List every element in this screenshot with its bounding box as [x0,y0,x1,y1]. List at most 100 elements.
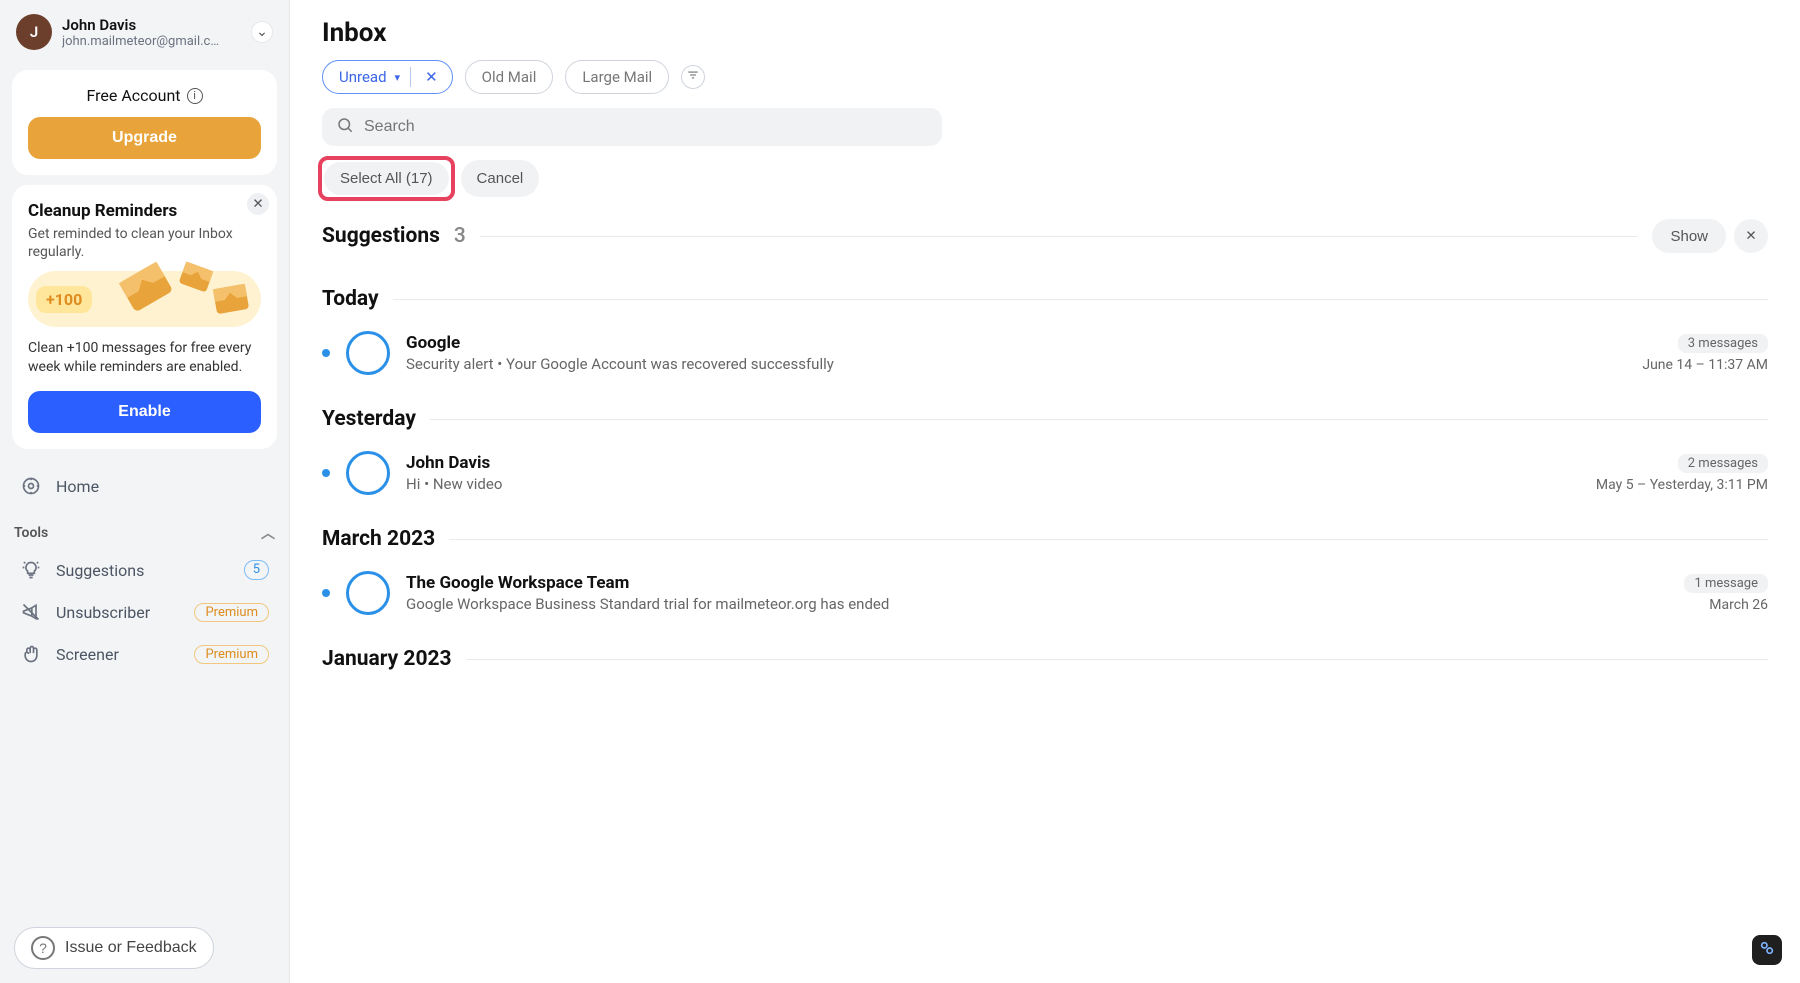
tools-header[interactable]: Tools ︿ [12,507,277,549]
email-date: May 5 – Yesterday, 3:11 PM [1596,477,1768,493]
sidebar-item-home[interactable]: Home [12,465,277,507]
email-preview: Hi • New video [406,475,1580,493]
close-icon: ✕ [1745,228,1756,244]
cancel-button[interactable]: Cancel [461,160,540,197]
section-title: Suggestions [322,224,440,248]
section-count: 3 [454,224,466,248]
bonus-badge: +100 [36,286,92,313]
plan-label-row: Free Account i [28,86,261,105]
cleanup-title: Cleanup Reminders [28,201,261,221]
bonus-illustration: +100 [28,271,261,327]
section-today: Today [322,287,1768,311]
select-checkbox[interactable] [346,571,390,615]
cleanup-card: ✕ Cleanup Reminders Get reminded to clea… [12,185,277,449]
show-button[interactable]: Show [1652,219,1726,253]
chip-label: Unread [339,68,387,86]
separator [480,236,1639,237]
message-count: 1 message [1684,574,1768,593]
sidebar-item-label: Unsubscriber [56,603,150,622]
separator [393,299,1768,300]
unread-dot-icon [322,349,330,357]
unread-dot-icon [322,589,330,597]
filter-settings-button[interactable] [681,65,705,89]
account-chevron[interactable]: ⌄ [251,21,273,43]
email-row[interactable]: John Davis Hi • New video 2 messages May… [322,437,1768,509]
section-title: Yesterday [322,407,416,431]
email-row[interactable]: The Google Workspace Team Google Workspa… [322,557,1768,629]
chevron-up-icon: ︿ [261,523,275,543]
sidebar: J John Davis john.mailmeteor@gmail.c… ⌄ … [0,0,290,983]
home-icon [20,475,42,497]
filter-icon [686,68,700,86]
email-sender: Google [406,333,1626,353]
section-january: January 2023 [322,647,1768,671]
feedback-label: Issue or Feedback [65,939,197,957]
sidebar-item-screener[interactable]: Screener Premium [12,633,277,675]
lightbulb-icon [20,559,42,581]
plan-card: Free Account i Upgrade [12,70,277,175]
close-icon: ✕ [252,196,263,212]
sidebar-item-label: Screener [56,645,119,664]
section-title: March 2023 [322,527,435,551]
search-input[interactable] [364,118,928,136]
envelope-icon [119,262,173,313]
filter-chip-unread[interactable]: Unread ▾ ✕ [322,60,453,94]
megaphone-off-icon [20,601,42,623]
close-icon[interactable]: ✕ [421,66,442,88]
floating-widget[interactable] [1752,935,1782,965]
help-icon: ? [31,936,55,960]
cleanup-close-button[interactable]: ✕ [247,193,269,215]
email-sender: John Davis [406,453,1580,473]
premium-badge: Premium [194,645,269,664]
hand-icon [20,643,42,665]
chip-label: Old Mail [482,68,537,86]
separator [466,659,1768,660]
sidebar-item-label: Suggestions [56,561,144,580]
chip-label: Large Mail [582,68,652,86]
separator [430,419,1768,420]
upgrade-button[interactable]: Upgrade [28,117,261,159]
email-sender: The Google Workspace Team [406,573,1668,593]
cleanup-body: Clean +100 messages for free every week … [28,339,261,377]
email-preview: Google Workspace Business Standard trial… [406,595,1668,613]
section-yesterday: Yesterday [322,407,1768,431]
filter-row: Unread ▾ ✕ Old Mail Large Mail [322,60,1768,94]
account-email: john.mailmeteor@gmail.c… [62,34,232,49]
select-checkbox[interactable] [346,331,390,375]
filter-chip-old-mail[interactable]: Old Mail [465,60,554,94]
suggestions-count: 5 [244,560,269,580]
feedback-button[interactable]: ? Issue or Feedback [14,927,214,969]
sidebar-item-label: Home [56,477,99,496]
select-all-button[interactable]: Select All (17) [324,162,449,195]
highlight-marker: Select All (17) [322,160,451,197]
filter-chip-large-mail[interactable]: Large Mail [565,60,669,94]
section-title: Today [322,287,379,311]
section-march: March 2023 [322,527,1768,551]
unread-dot-icon [322,469,330,477]
plan-label: Free Account [86,86,180,105]
dismiss-suggestions-button[interactable]: ✕ [1734,219,1768,253]
message-count: 2 messages [1678,454,1768,473]
enable-button[interactable]: Enable [28,391,261,433]
email-date: June 14 – 11:37 AM [1642,357,1768,373]
sidebar-item-unsubscriber[interactable]: Unsubscriber Premium [12,591,277,633]
envelope-icon [213,284,249,314]
select-row: Select All (17) Cancel [322,160,1768,197]
tools-label: Tools [14,525,48,541]
email-date: March 26 [1709,597,1768,613]
email-row[interactable]: Google Security alert • Your Google Acco… [322,317,1768,389]
select-checkbox[interactable] [346,451,390,495]
separator [410,67,411,87]
message-count: 3 messages [1678,334,1768,353]
envelope-icon [179,262,214,293]
account-switcher[interactable]: J John Davis john.mailmeteor@gmail.c… ⌄ [12,10,277,60]
chevron-down-icon: ⌄ [256,24,268,40]
search-field[interactable] [322,108,942,146]
separator [449,539,1768,540]
section-suggestions: Suggestions 3 Show ✕ [322,219,1768,253]
premium-badge: Premium [194,603,269,622]
sidebar-item-suggestions[interactable]: Suggestions 5 [12,549,277,591]
main: Inbox Unread ▾ ✕ Old Mail Large Mail [290,0,1800,983]
info-icon[interactable]: i [187,88,203,104]
account-name: John Davis [62,16,241,34]
